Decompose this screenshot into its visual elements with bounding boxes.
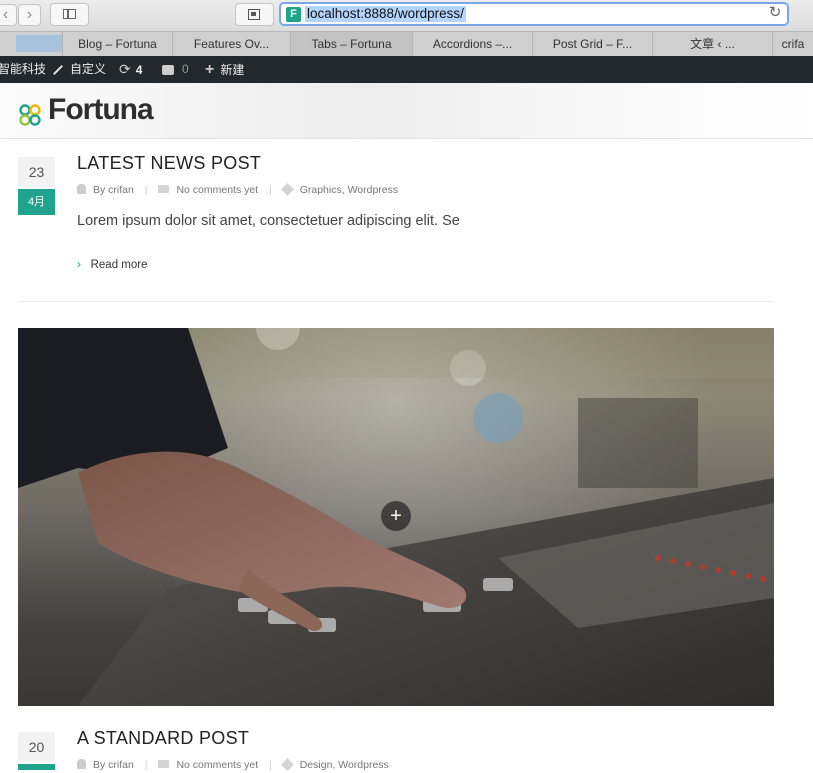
sidebar-toggle-button[interactable] [50,3,89,26]
plus-icon: + [205,61,215,78]
wp-admin-bar: 智能科技 自定义 ⟳ 4 0 + 新建 [0,56,813,83]
post-date-month: 4月 [18,189,55,215]
updates-icon: ⟳ [119,61,131,77]
back-button[interactable]: ‹ [0,4,17,26]
chevron-right-icon: › [26,6,33,23]
read-more-link[interactable]: › Read more [77,257,147,271]
url-input[interactable]: localhost:8888/wordpress/ [305,6,466,22]
post-meta: By crifan | No comments yet | Graphics, … [77,182,398,198]
post-categories[interactable]: Graphics, Wordpress [300,184,398,196]
reload-icon[interactable]: ↻ [767,5,783,21]
admin-customize-link[interactable]: 自定义 [52,56,106,83]
read-more-label: Read more [90,259,148,271]
user-icon [77,184,86,194]
post-date-day: 23 [18,157,55,187]
post-date-month [18,764,55,770]
blurred-tab-label [16,35,62,52]
post-comments[interactable]: No comments yet [176,759,258,771]
fortuna-logo-icon[interactable] [18,103,42,127]
chevron-right-icon: › [77,257,81,271]
tag-icon [280,758,294,771]
tab-crifan[interactable]: crifa [773,32,813,56]
post-categories[interactable]: Design, Wordpress [300,759,389,771]
tab-articles[interactable]: 文章 ‹ ... [653,32,773,56]
tab-blurred[interactable] [0,32,63,56]
admin-comments-link[interactable]: 0 [162,56,189,83]
post-title[interactable]: A STANDARD POST [77,728,249,749]
post-meta: By crifan | No comments yet | Design, Wo… [77,757,389,773]
post-date-day: 20 [18,732,55,762]
brush-icon [53,64,63,75]
chevron-left-icon: ‹ [2,6,9,23]
post-title[interactable]: LATEST NEWS POST [77,153,261,174]
site-logo-text[interactable]: Fortuna [48,93,154,127]
admin-site-name[interactable]: 智能科技 [0,56,46,83]
sidebar-icon [63,9,76,19]
reader-icon [248,9,260,20]
customize-label: 自定义 [70,62,107,76]
tab-post-grid[interactable]: Post Grid – F... [533,32,653,56]
forward-button[interactable]: › [18,4,41,26]
plus-icon: + [390,505,402,527]
tab-features-overview[interactable]: Features Ov... [173,32,291,56]
site-favicon-icon: F [286,7,301,22]
post-comments[interactable]: No comments yet [176,184,258,196]
address-bar[interactable]: F localhost:8888/wordpress/ ↻ [279,2,789,26]
tab-bar: Blog – Fortuna Features Ov... Tabs – For… [0,31,813,56]
browser-toolbar: ‹ › F localhost:8888/wordpress/ ↻ [0,0,813,31]
post-author[interactable]: By crifan [93,759,134,771]
post-author[interactable]: By crifan [93,184,134,196]
comment-bubble-icon [158,760,170,768]
tab-blog-fortuna[interactable]: Blog – Fortuna [63,32,173,56]
tag-icon [280,183,294,196]
post-divider [18,301,774,302]
admin-new-link[interactable]: + 新建 [205,56,244,83]
site-header: Fortuna [0,83,813,139]
user-icon [77,759,86,769]
comment-icon [162,64,174,75]
zoom-plus-button[interactable]: + [381,501,411,531]
reader-button[interactable] [235,3,274,26]
admin-updates-link[interactable]: ⟳ 4 [119,56,142,83]
tab-accordions[interactable]: Accordions –... [413,32,533,56]
comments-count: 0 [182,62,189,76]
post-excerpt: Lorem ipsum dolor sit amet, consectetuer… [77,213,460,229]
updates-count: 4 [135,63,143,77]
new-label: 新建 [220,63,245,77]
comment-bubble-icon [158,185,170,193]
tab-tabs-fortuna[interactable]: Tabs – Fortuna [291,32,413,56]
